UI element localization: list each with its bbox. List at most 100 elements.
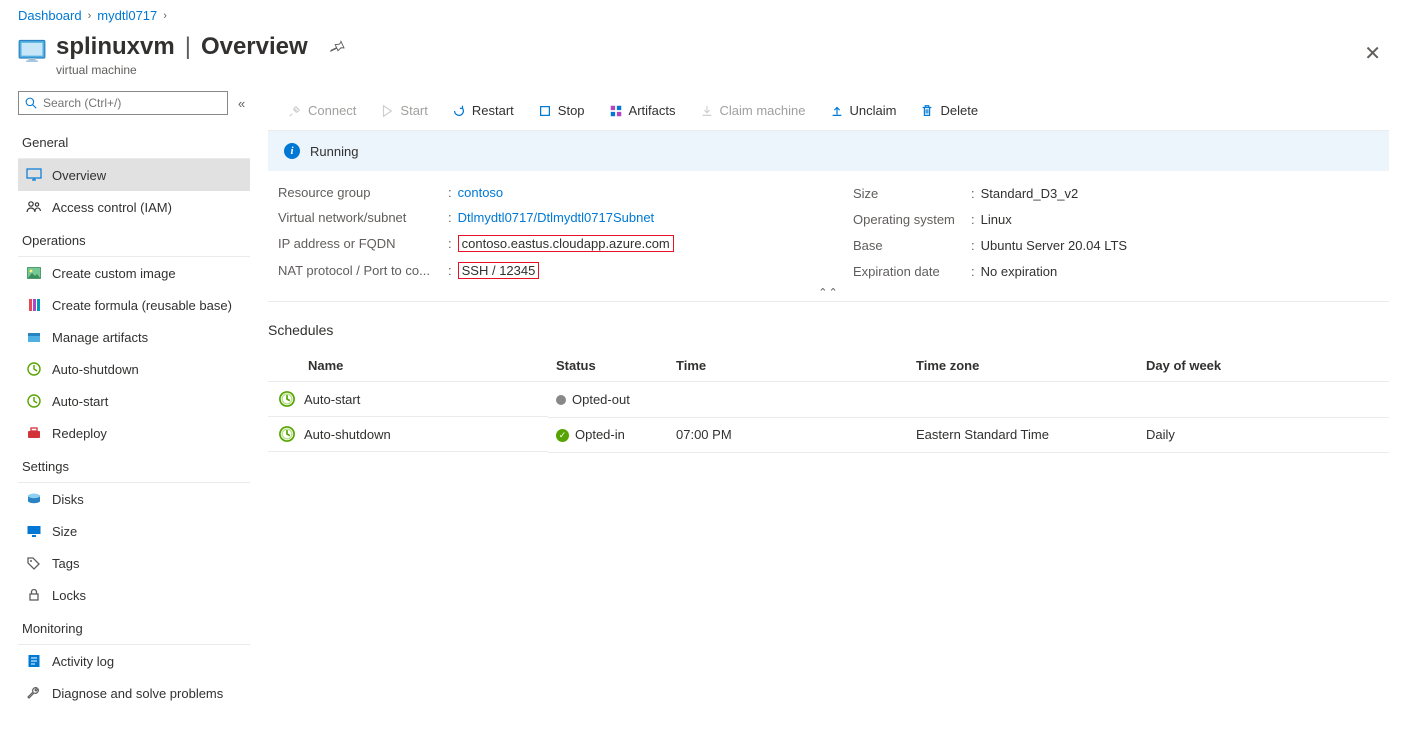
nav-diagnose[interactable]: Diagnose and solve problems — [18, 677, 250, 709]
col-status[interactable]: Status — [548, 350, 668, 382]
nav-section-settings: Settings — [18, 449, 258, 480]
delete-button[interactable]: Delete — [910, 96, 988, 126]
nav-section-general: General — [18, 125, 258, 156]
page-name: Overview — [201, 33, 308, 61]
table-row[interactable]: Auto-shutdown ✓Opted-in 07:00 PM Eastern… — [268, 417, 1389, 452]
prop-label-os: Operating system — [853, 212, 965, 227]
nav-auto-shutdown[interactable]: Auto-shutdown — [18, 353, 250, 385]
nav-access-control[interactable]: Access control (IAM) — [18, 191, 250, 223]
claim-button: Claim machine — [690, 96, 816, 126]
row-tz: Eastern Standard Time — [908, 417, 1138, 452]
nav-auto-start[interactable]: Auto-start — [18, 385, 250, 417]
prop-label-size: Size — [853, 186, 965, 201]
nav-label: Create custom image — [52, 266, 176, 281]
nav-label: Auto-shutdown — [52, 362, 139, 377]
schedules-section: Schedules Name Status Time Time zone Day… — [268, 302, 1389, 453]
nav-overview[interactable]: Overview — [18, 159, 250, 191]
prop-label-vnet: Virtual network/subnet — [278, 210, 448, 225]
resource-name: splinuxvm — [56, 33, 175, 61]
package-icon — [26, 329, 42, 345]
restart-icon — [452, 104, 466, 118]
prop-value-resource-group[interactable]: contoso — [458, 185, 504, 200]
wrench-icon — [26, 685, 42, 701]
nav-section-operations: Operations — [18, 223, 258, 254]
prop-value-size: Standard_D3_v2 — [981, 186, 1079, 201]
nav-locks[interactable]: Locks — [18, 579, 250, 611]
upload-icon — [830, 104, 844, 118]
clock-icon — [278, 390, 296, 408]
image-icon — [26, 265, 42, 281]
col-dow[interactable]: Day of week — [1138, 350, 1389, 382]
nav-label: Access control (IAM) — [52, 200, 172, 215]
sidebar: « General Overview Access control (IAM) … — [0, 91, 258, 732]
prop-value-base: Ubuntu Server 20.04 LTS — [981, 238, 1127, 253]
search-input[interactable] — [41, 95, 221, 111]
nav-label: Tags — [52, 556, 79, 571]
row-status: Opted-in — [575, 427, 625, 442]
nav-create-custom-image[interactable]: Create custom image — [18, 257, 250, 289]
prop-label-resource-group: Resource group — [278, 185, 448, 200]
row-time — [668, 382, 908, 418]
breadcrumb-dashboard[interactable]: Dashboard — [18, 8, 82, 23]
nav-label: Create formula (reusable base) — [52, 298, 232, 313]
nav-create-formula[interactable]: Create formula (reusable base) — [18, 289, 250, 321]
nav-label: Locks — [52, 588, 86, 603]
properties-panel: Resource group :contoso Virtual network/… — [268, 171, 1389, 302]
col-time[interactable]: Time — [668, 350, 908, 382]
close-icon[interactable]: ✕ — [1364, 33, 1381, 66]
row-dow — [1138, 382, 1389, 418]
prop-value-vnet[interactable]: Dtlmydtl0717/Dtlmydtl0717Subnet — [458, 210, 655, 225]
status-check-icon: ✓ — [556, 429, 569, 442]
table-row[interactable]: Auto-start Opted-out — [268, 382, 1389, 418]
schedules-table: Name Status Time Time zone Day of week A… — [268, 350, 1389, 453]
nav-redeploy[interactable]: Redeploy — [18, 417, 250, 449]
artifact-icon — [609, 104, 623, 118]
nav-tags[interactable]: Tags — [18, 547, 250, 579]
restart-button[interactable]: Restart — [442, 96, 524, 126]
disk-icon — [26, 491, 42, 507]
nav-label: Overview — [52, 168, 106, 183]
stop-button[interactable]: Stop — [528, 96, 595, 126]
nav-disks[interactable]: Disks — [18, 483, 250, 515]
schedules-title: Schedules — [268, 322, 1389, 338]
monitor-icon — [26, 167, 42, 183]
col-tz[interactable]: Time zone — [908, 350, 1138, 382]
nav-section-monitoring: Monitoring — [18, 611, 258, 642]
page-title: splinuxvm | Overview — [56, 33, 345, 61]
people-icon — [26, 199, 42, 215]
collapse-properties-icon[interactable]: ⌃⌃ — [818, 286, 838, 299]
chevron-right-icon: › — [88, 10, 92, 22]
row-time: 07:00 PM — [668, 417, 908, 452]
main-content: Connect Start Restart Stop Artifacts Cla… — [258, 91, 1407, 732]
artifacts-button[interactable]: Artifacts — [599, 96, 686, 126]
nav-label: Diagnose and solve problems — [52, 686, 223, 701]
prop-value-os: Linux — [981, 212, 1012, 227]
connect-button: Connect — [278, 96, 366, 126]
row-dow: Daily — [1138, 417, 1389, 452]
toolbox-icon — [26, 425, 42, 441]
download-icon — [700, 104, 714, 118]
row-status: Opted-out — [572, 392, 630, 407]
prop-value-expiration: No expiration — [981, 264, 1058, 279]
nav-manage-artifacts[interactable]: Manage artifacts — [18, 321, 250, 353]
search-box[interactable] — [18, 91, 228, 115]
nav-size[interactable]: Size — [18, 515, 250, 547]
tag-icon — [26, 555, 42, 571]
trash-icon — [920, 104, 934, 118]
breadcrumb: Dashboard › mydtl0717 › — [0, 0, 1407, 23]
prop-value-nat: SSH / 12345 — [458, 262, 540, 279]
lock-icon — [26, 587, 42, 603]
nav-activity-log[interactable]: Activity log — [18, 645, 250, 677]
monitor-small-icon — [26, 523, 42, 539]
unclaim-button[interactable]: Unclaim — [820, 96, 907, 126]
info-icon: i — [284, 143, 300, 159]
nav-label: Activity log — [52, 654, 114, 669]
collapse-sidebar-icon[interactable]: « — [238, 96, 242, 111]
stop-icon — [538, 104, 552, 118]
prop-value-ip: contoso.eastus.cloudapp.azure.com — [458, 235, 674, 252]
breadcrumb-lab[interactable]: mydtl0717 — [97, 8, 157, 23]
prop-label-ip: IP address or FQDN — [278, 236, 448, 251]
row-name: Auto-start — [304, 392, 360, 407]
col-name[interactable]: Name — [268, 350, 548, 382]
pin-icon[interactable] — [330, 33, 345, 61]
